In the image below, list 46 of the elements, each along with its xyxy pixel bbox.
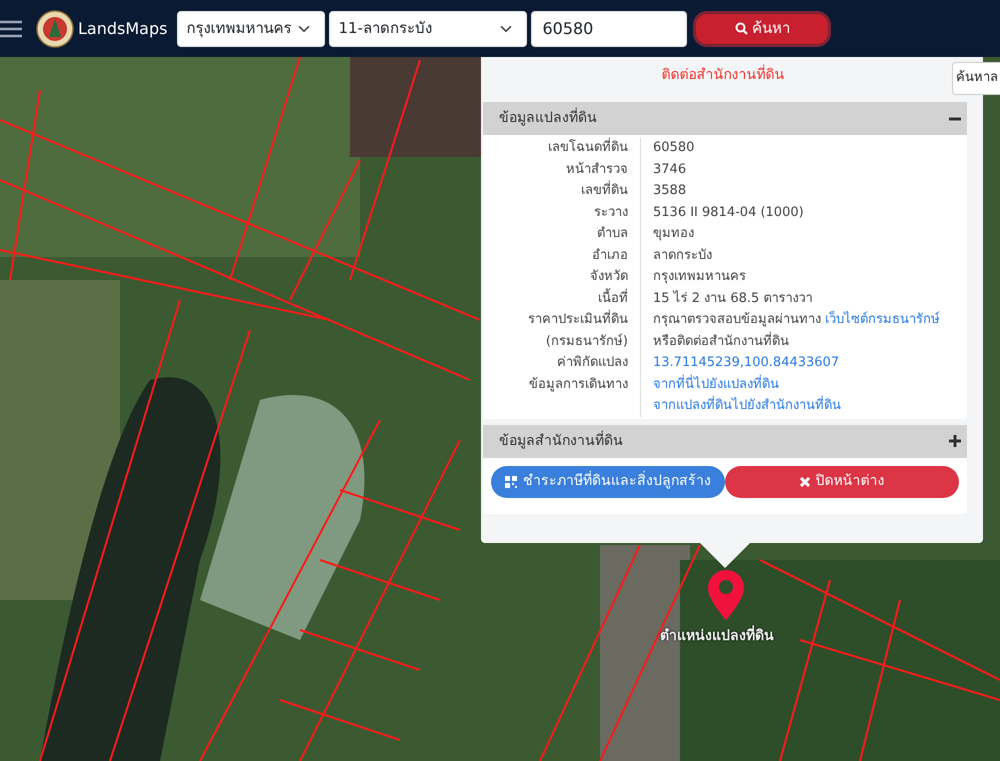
field-value: ขุมทอง [653,226,694,241]
section-header[interactable]: ข้อมูลแปลงที่ดิน [483,102,967,135]
link[interactable]: เว็บไซต์กรมธนารักษ์ [825,312,940,327]
field-label: ระวาง [483,202,641,223]
field-value: 5136 II 9814-04 (1000) [653,204,804,220]
field-value: 15 ไร่ 2 งาน 68.5 ตารางวา [653,290,812,306]
field-value: กรุงเทพมหานคร [653,269,746,284]
field-label: เลขที่ดิน [483,180,641,202]
expand-icon[interactable] [949,435,961,447]
field-label: เนื้อที่ [483,288,641,309]
parcel-number-field[interactable]: 60580 [531,10,688,46]
menu-icon[interactable] [0,18,22,38]
section-header[interactable]: ข้อมูลสำนักงานที่ดิน [483,424,967,458]
emblem-logo-icon [36,10,74,48]
field-value: หรือติดต่อสำนักงานที่ดิน [653,334,789,348]
field-label: ข้อมูลการเดินทาง [483,374,641,416]
field-value: 60580 [653,140,694,155]
field-value: ลาดกระบัง [653,248,712,262]
field-label: ตำบล [483,223,641,244]
field-value: กรุณาตรวจสอบข้อมูลผ่านทาง [653,312,821,327]
field-value: 3746 [653,162,686,176]
qr-code-icon [505,476,517,488]
field-label: อำเภอ [483,244,641,266]
marker-label: ตำแหน่งแปลงที่ดิน [660,626,774,647]
tax-payment-button[interactable]: ชำระภาษีที่ดินและสิ่งปลูกสร้าง [491,466,725,498]
field-label: ค่าพิกัดแปลง [483,352,641,374]
search-button[interactable]: ค้นหา [693,10,832,46]
brand-name[interactable]: LandsMaps [78,16,168,40]
link[interactable]: จากที่นี่ไปยังแปลงที่ดิน [653,376,779,392]
section-title: ข้อมูลสำนักงานที่ดิน [499,430,623,451]
section-title: ข้อมูลแปลงที่ดิน [499,108,597,129]
close-icon [800,476,810,486]
search-icon [734,22,748,35]
field-label: เลขโฉนดที่ดิน [483,137,641,158]
field-label: ราคาประเมินที่ดิน (กรมธนารักษ์) [483,309,641,352]
search-field[interactable]: ค้นหาล [952,62,1000,95]
field-value: 3588 [653,183,686,198]
location-pin-icon [708,570,744,620]
notice-text: ติดต่อสำนักงานที่ดิน [503,57,943,96]
close-button[interactable]: ปิดหน้าต่าง [725,466,959,498]
link[interactable]: จากแปลงที่ดินไปยังสำนักงานที่ดิน [653,398,841,413]
province-dropdown[interactable]: กรุงเทพมหานคร [177,10,326,46]
field-label: จังหวัด [483,266,641,288]
field-label: หน้าสำรวจ [483,158,641,180]
district-dropdown[interactable]: 11-ลาดกระบัง [329,10,528,46]
link[interactable]: 13.71145239,100.84433607 [653,355,840,370]
